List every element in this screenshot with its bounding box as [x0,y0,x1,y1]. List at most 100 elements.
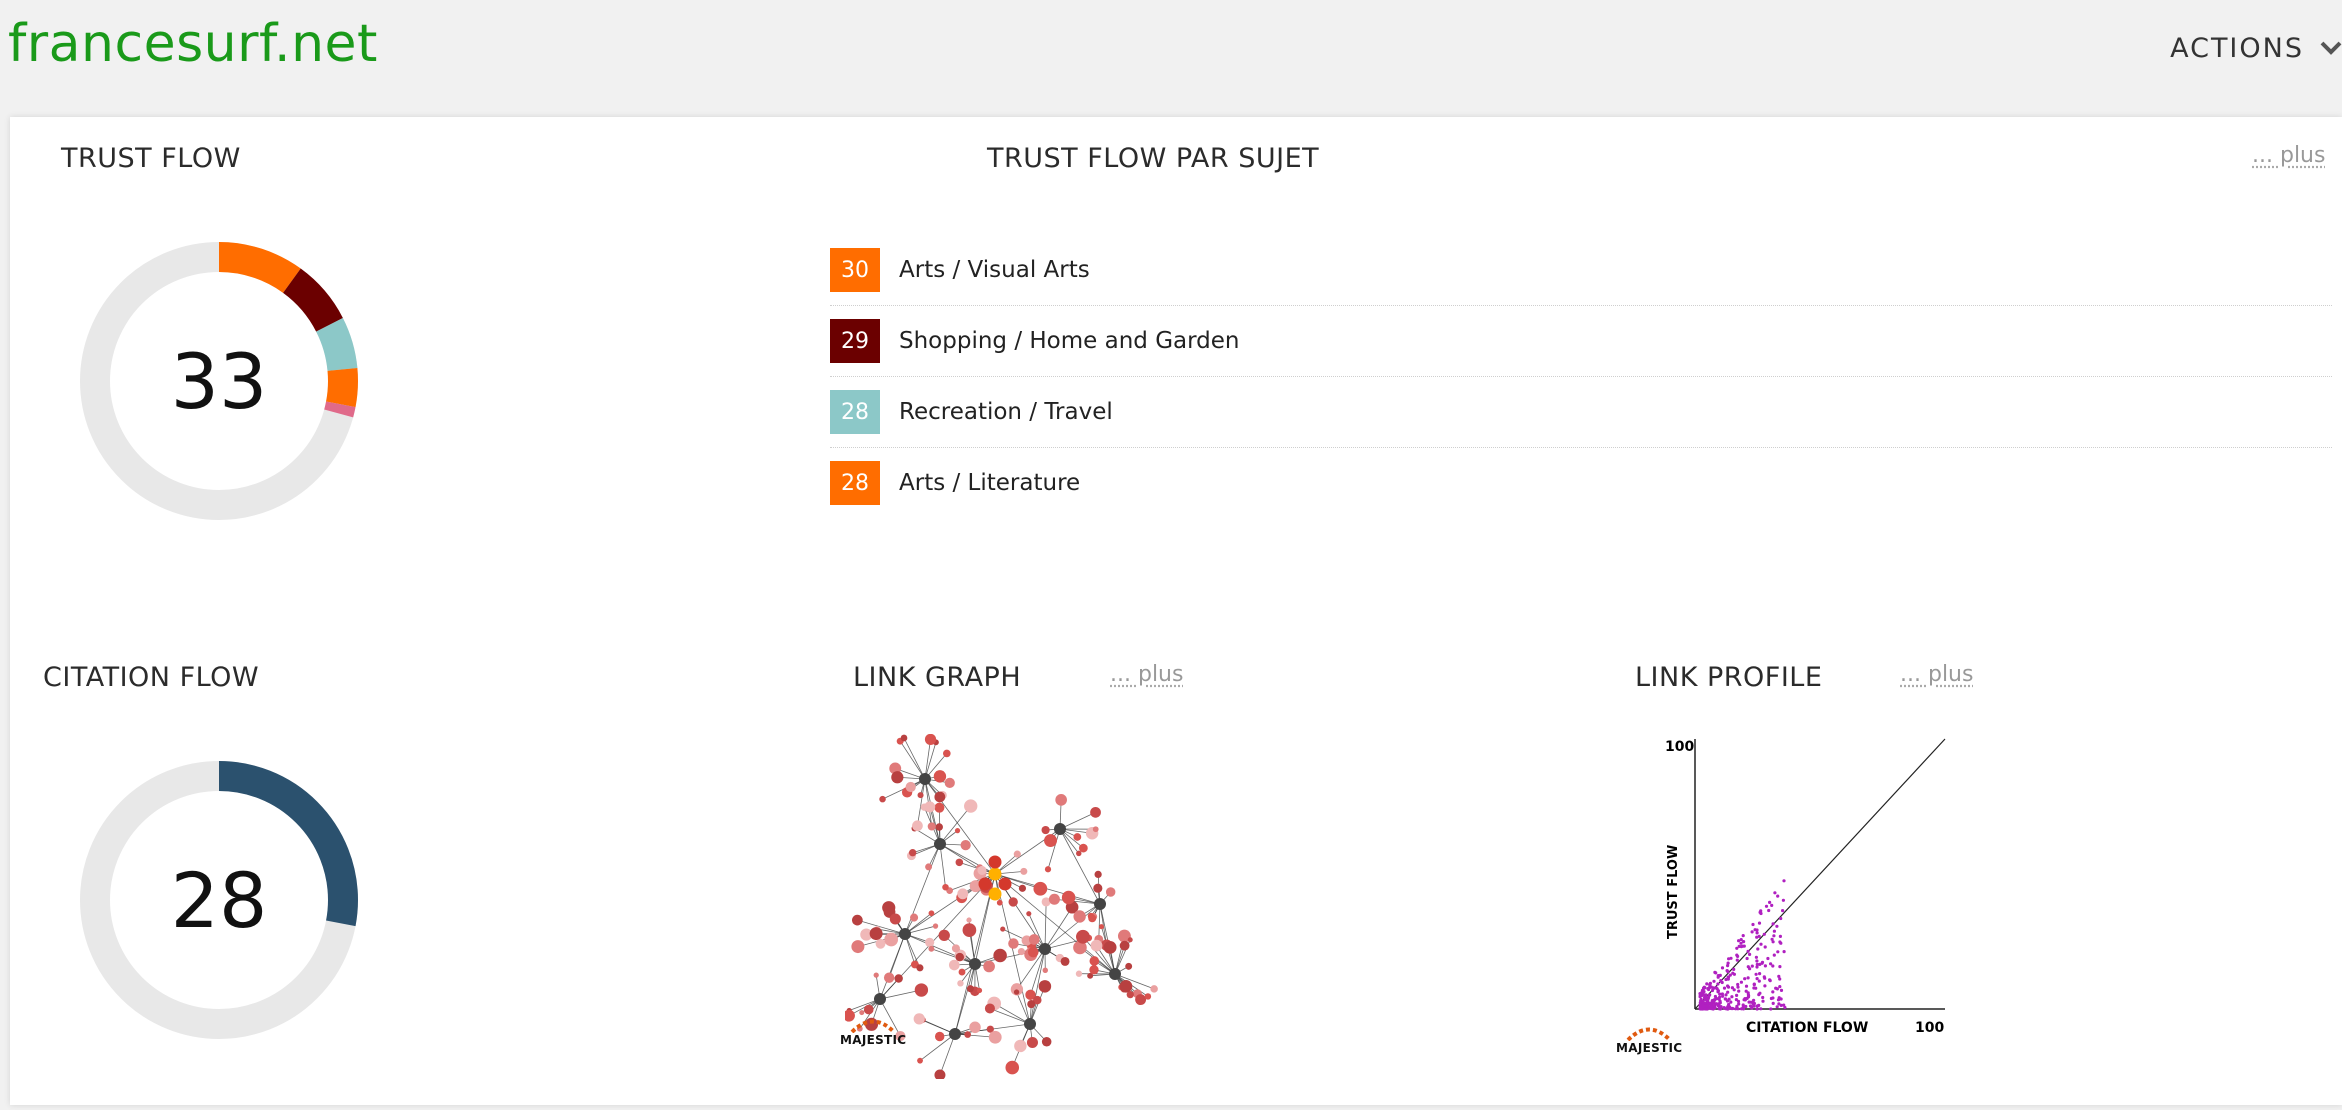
graph-node [874,993,886,1005]
scatter-point [1759,1007,1763,1011]
scatter-point [1757,993,1761,997]
scatter-point [1769,996,1773,1001]
scatter-point [1744,984,1749,988]
graph-node [935,823,943,831]
topic-row[interactable]: 28 Recreation / Travel [830,377,2332,448]
graph-node [863,1004,874,1015]
graph-node [900,734,908,742]
graph-node [955,952,965,962]
graph-node [1150,985,1158,993]
scatter-point [1761,999,1765,1003]
graph-node [1088,914,1097,923]
topic-row[interactable]: 29 Shopping / Home and Garden [830,306,2332,377]
scatter-point [1739,941,1743,945]
scatter-point [1739,938,1743,942]
graph-node [1073,910,1086,923]
topics-more-link[interactable]: ... plus [2252,143,2325,168]
graph-node [913,1013,925,1025]
topic-row[interactable]: 30 Arts / Visual Arts [830,235,2332,306]
scatter-point [1708,1006,1712,1010]
scatter-point [1779,1003,1783,1007]
graph-node [1073,833,1082,841]
graph-node [859,1010,865,1016]
scatter-point [1720,966,1725,970]
link-graph-majestic-logo: MAJESTIC [840,1017,906,1047]
graph-node [1060,956,1070,966]
graph-node [988,855,1002,869]
scatter-point [1759,909,1763,913]
scatter-point [1724,993,1728,997]
graph-edge [939,805,972,845]
graph-edge [917,778,926,826]
scatter-point [1761,995,1765,1000]
majestic-logo-text: MAJESTIC [1616,1041,1683,1055]
scatter-point [1779,916,1783,921]
y-axis-label: TRUST FLOW [1666,845,1681,939]
graph-node [917,1057,923,1064]
scatter-point [1735,946,1739,950]
scatter-point [1728,973,1732,977]
graph-node [938,929,950,942]
graph-node [1109,968,1121,980]
actions-menu[interactable]: ACTIONS [2170,30,2342,66]
graph-node [883,972,895,983]
topic-score-badge: 28 [830,390,880,434]
scatter-point [1744,989,1748,993]
graph-node [1044,834,1057,848]
graph-node [1075,970,1083,977]
scatter-point [1752,1004,1756,1008]
graph-node [934,1069,946,1079]
scatter-point [1713,970,1717,974]
scatter-point [1775,1005,1779,1009]
scatter-point [1730,986,1734,990]
graph-node [1044,866,1052,873]
site-title[interactable]: francesurf.net [8,14,378,74]
graph-edge [1054,898,1101,905]
graph-node [949,1028,961,1040]
scatter-point [1726,964,1730,968]
citation-flow-title: CITATION FLOW [43,662,260,693]
topic-row[interactable]: 28 Arts / Literature [830,448,2332,518]
link-profile-chart[interactable]: 100 100 CITATION FLOW TRUST FLOW [1620,729,1980,1059]
graph-node [1127,937,1133,943]
graph-node [925,863,933,871]
scatter-point [1700,992,1704,996]
scatter-point [1781,898,1785,902]
scatter-point [1730,1006,1734,1011]
graph-node [924,801,936,813]
graph-node [1078,843,1088,853]
citation-flow-value: 28 [170,855,268,945]
scatter-point [1748,967,1752,971]
scatter-point [1770,903,1774,907]
scatter-point [1709,1002,1713,1006]
chevron-down-icon [2320,41,2342,55]
graph-node [910,913,919,922]
scatter-point [1771,940,1775,944]
scatter-point [1776,950,1780,954]
graph-node [1013,989,1020,995]
link-graph-more-link[interactable]: ... plus [1110,662,1183,687]
scatter-point [1750,930,1754,934]
scatter-point [1701,1003,1705,1007]
scatter-point [1752,986,1756,990]
graph-node [1038,980,1052,993]
scatter-point [1764,904,1769,908]
topic-label: Arts / Visual Arts [899,257,1090,283]
graph-node [969,958,981,970]
graph-node [851,940,865,954]
scatter-point [1763,964,1767,968]
scatter-point [1722,986,1727,990]
graph-node [919,773,931,785]
link-profile-more-link[interactable]: ... plus [1900,662,1973,687]
graph-node [933,770,947,783]
graph-edge [939,843,946,888]
scatter-point [1760,961,1764,965]
graph-node [1125,962,1133,970]
scatter-point [1707,987,1711,992]
scatter-point [1746,949,1750,953]
actions-label: ACTIONS [2170,32,2304,64]
graph-node [1054,823,1066,835]
graph-node [1098,924,1105,930]
graph-node [1093,883,1103,893]
graph-node [891,771,904,784]
